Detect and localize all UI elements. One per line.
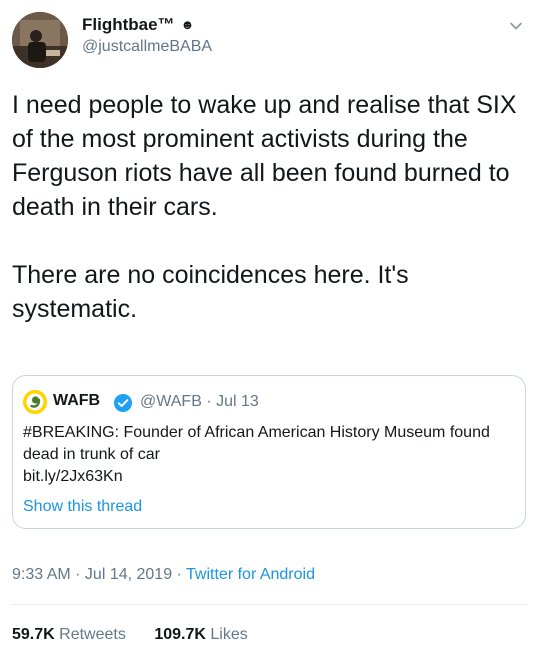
quoted-tweet[interactable]: WAFB @WAFB · Jul 13 #BREAKING: Founder o… [12,375,526,529]
likes-stat[interactable]: 109.7K Likes [154,626,247,643]
retweets-label: Retweets [59,626,126,643]
author-display-name[interactable]: Flightbae™ [82,15,175,34]
retweets-stat[interactable]: 59.7K Retweets [12,626,126,643]
verified-badge-icon [113,393,133,413]
retweets-count: 59.7K [12,626,55,643]
author-avatar[interactable] [12,12,68,68]
likes-label: Likes [210,626,248,643]
smiley-badge-icon: ☻ [180,17,195,32]
source-app-link[interactable]: Twitter for Android [186,566,315,583]
tweet-meta: 9:33 AM · Jul 14, 2019 · Twitter for And… [12,566,315,584]
likes-count: 109.7K [154,626,206,643]
quoted-tweet-text: #BREAKING: Founder of African American H… [23,424,490,485]
divider [12,604,528,605]
tweet-card: Flightbae™ ☻ @justcallmeBABA I need peopl… [0,0,540,658]
quoted-handle-date: @WAFB · Jul 13 [140,393,259,410]
quoted-tweet-header: WAFB @WAFB · Jul 13 [23,390,513,414]
quoted-author-avatar[interactable] [23,390,47,414]
show-thread-link[interactable]: Show this thread [23,498,142,516]
more-options-chevron-down-icon[interactable] [508,18,524,34]
tweet-header: Flightbae™ ☻ @justcallmeBABA [12,12,528,72]
wafb-logo-icon [23,390,47,414]
quoted-author-name[interactable]: WAFB [53,392,100,410]
timestamp[interactable]: 9:33 AM · Jul 14, 2019 · [12,566,186,583]
tweet-text: I need people to wake up and realise tha… [12,91,517,323]
profile-photo-icon [12,12,68,68]
tweet-stats: 59.7K Retweets 109.7K Likes [12,626,272,644]
author-names: Flightbae™ ☻ @justcallmeBABA [82,14,212,58]
author-handle[interactable]: @justcallmeBABA [82,36,212,58]
